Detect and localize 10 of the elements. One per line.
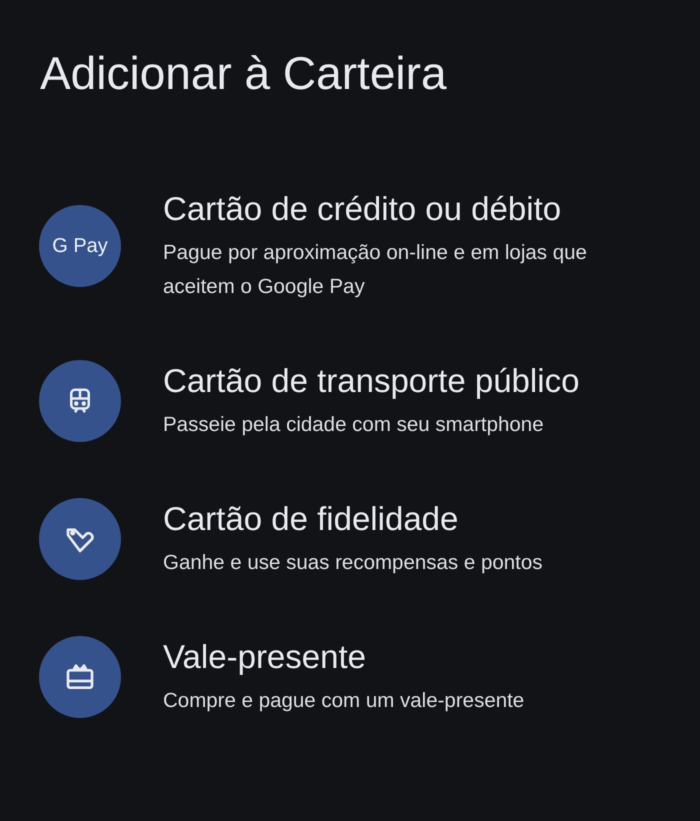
option-title[interactable]: Cartão de fidelidade [163, 498, 542, 540]
option-title[interactable]: Vale-presente [163, 636, 524, 678]
pay-logo-icon[interactable]: G Pay [39, 205, 121, 287]
option-title[interactable]: Cartão de transporte público [163, 360, 580, 402]
option-description: Compre e pague com um vale-presente [163, 688, 524, 714]
option-description: Ganhe e use suas recompensas e pontos [163, 550, 542, 576]
page-title: Adicionar à Carteira [40, 46, 448, 101]
option-title[interactable]: Cartão de crédito ou débito [163, 188, 663, 230]
option-description: Pague por aproximação on-line e em lojas que aceitem o Google Pay [163, 240, 588, 300]
option-description: Passeie pela cidade com seu smartphone [163, 412, 545, 438]
